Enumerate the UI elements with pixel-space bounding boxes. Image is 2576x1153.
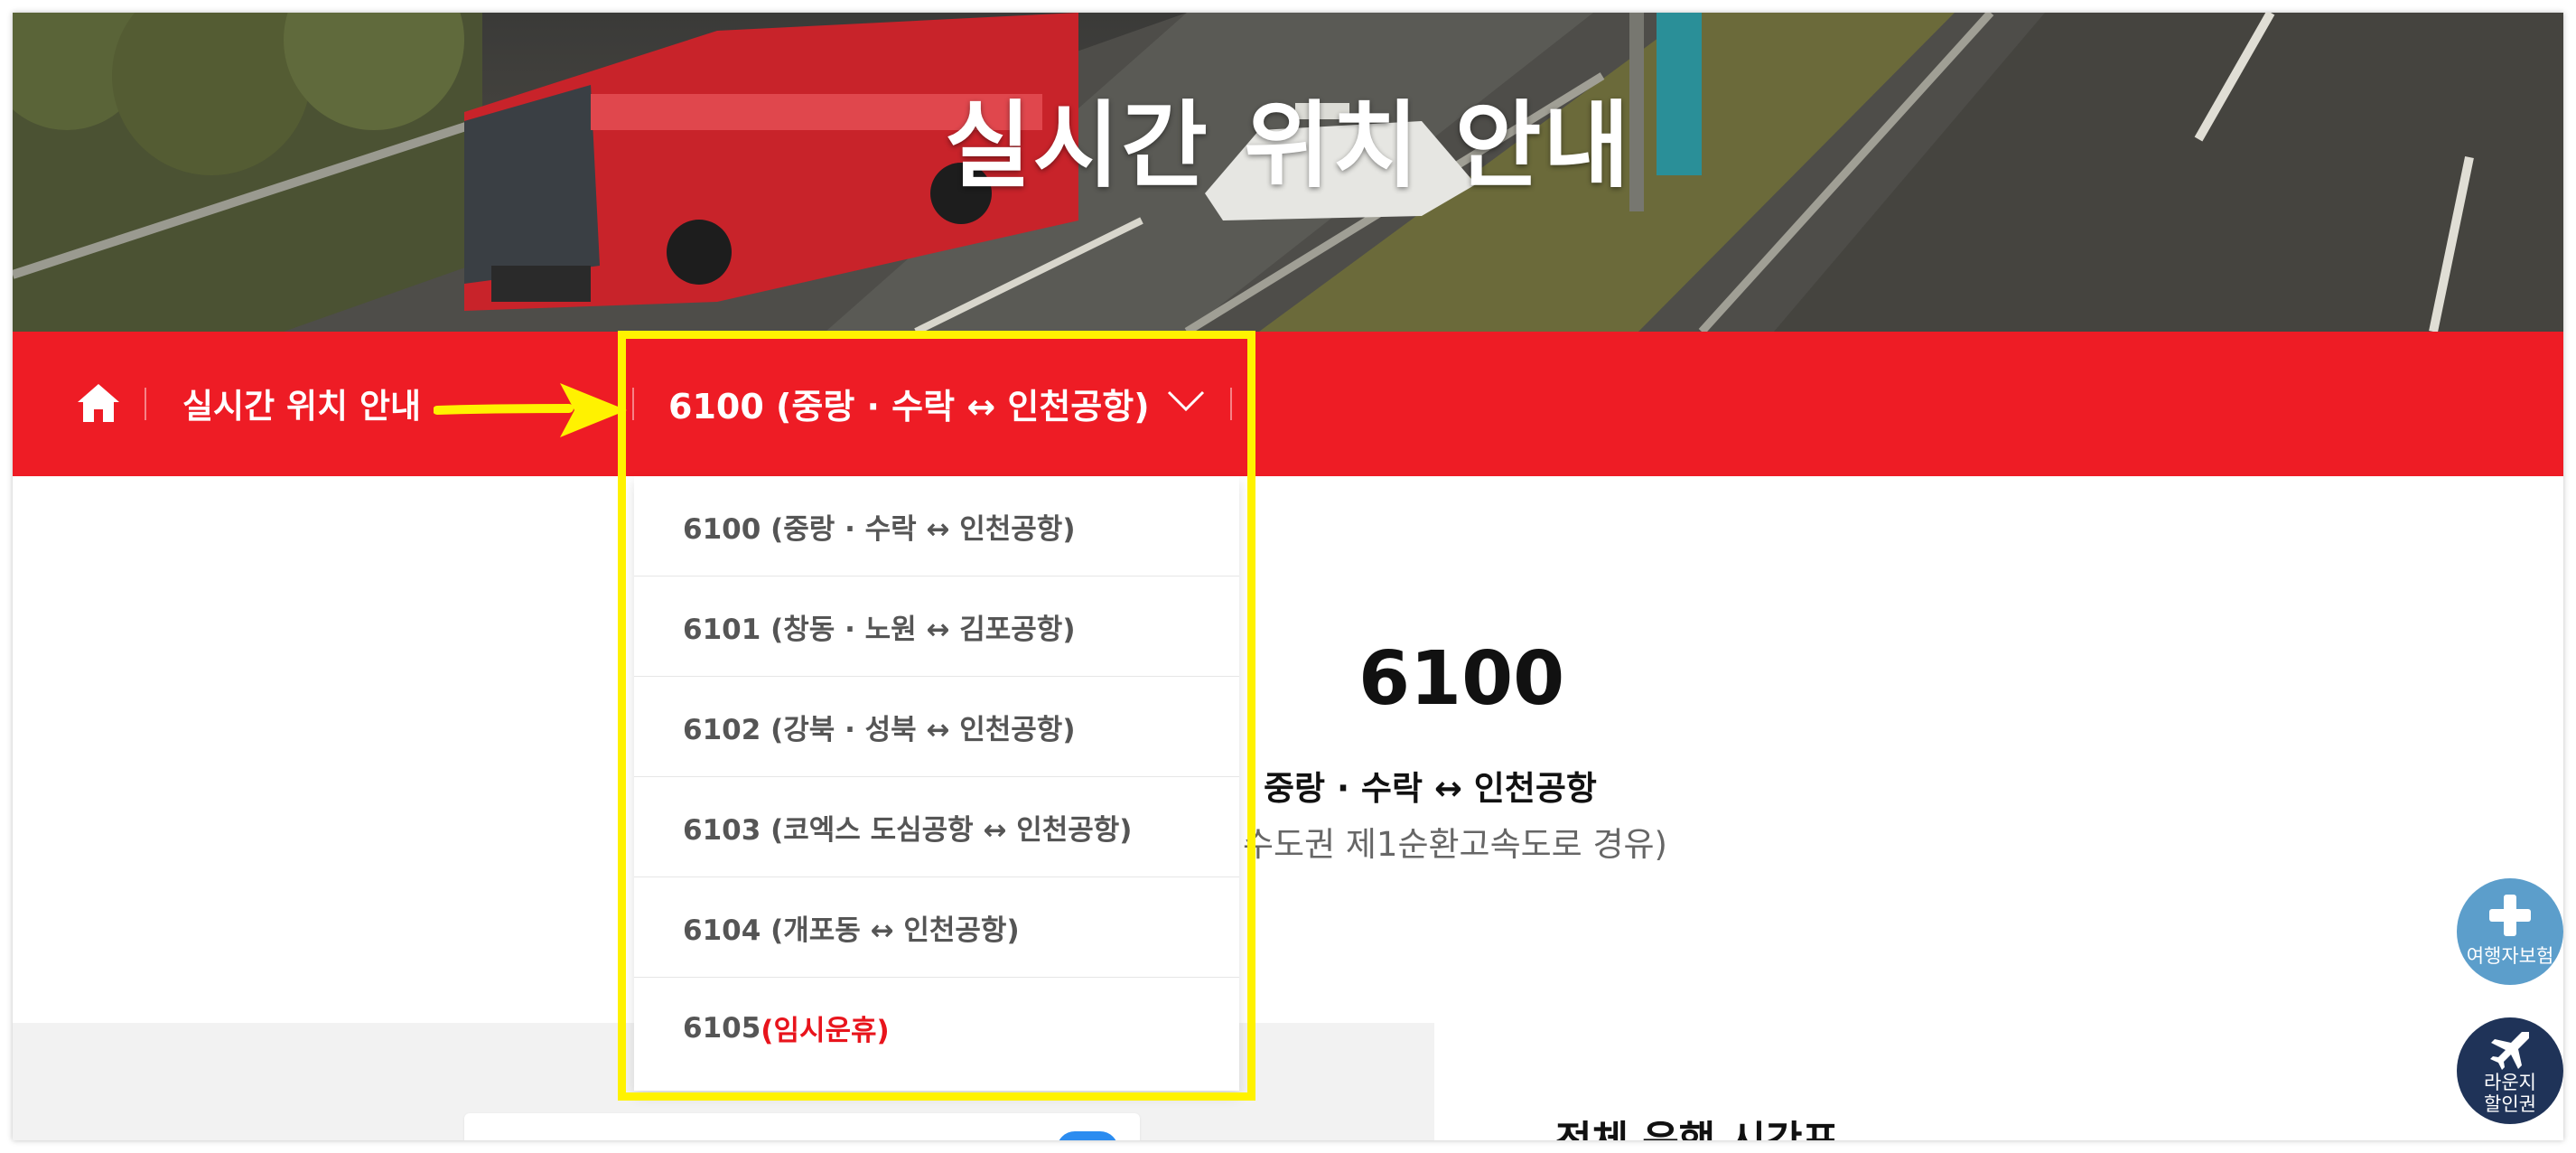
route-option-label: 6101 (창동 · 노원 ↔ 김포공항) xyxy=(683,613,1076,646)
insurance-label: 여행자보험 xyxy=(2466,945,2554,967)
page-frame: 실시간 위치 안내 실시간 위치 안내 6100 (중랑 · 수락 ↔ 인천공항… xyxy=(13,13,2563,1140)
page-title: 실시간 위치 안내 xyxy=(944,90,1632,201)
travel-insurance-button[interactable]: 여행자보험 xyxy=(2457,878,2563,985)
route-option-label: 6103 (코엑스 도심공항 ↔ 인천공항) xyxy=(683,813,1133,847)
route-dropdown-menu: 6100 (중랑 · 수락 ↔ 인천공항) 6101 (창동 · 노원 ↔ 김포… xyxy=(634,476,1239,1091)
route-option-6103[interactable]: 6103 (코엑스 도심공항 ↔ 인천공항) xyxy=(634,777,1239,877)
route-option-6104[interactable]: 6104 (개포동 ↔ 인천공항) xyxy=(634,877,1239,978)
route-status-suspended: (임시운휴) xyxy=(761,1015,890,1047)
lounge-label-2: 할인권 xyxy=(2484,1093,2536,1115)
route-note: 수도권 제1순환고속도로 경유) xyxy=(1243,825,1667,864)
route-number: 6100 xyxy=(1358,636,1565,722)
nav-divider xyxy=(145,388,146,420)
route-select-dropdown[interactable]: 6100 (중랑 · 수락 ↔ 인천공항) xyxy=(634,332,1230,476)
route-option-6105[interactable]: 6105 (임시운휴) xyxy=(634,978,1239,1078)
route-option-label: 6104 (개포동 ↔ 인천공항) xyxy=(683,914,1020,947)
route-option-6102[interactable]: 6102 (강북 · 성북 ↔ 인천공항) xyxy=(634,677,1239,777)
nav-divider xyxy=(1230,388,1232,420)
home-icon[interactable] xyxy=(76,382,121,424)
stop-search-box[interactable] xyxy=(464,1113,1140,1140)
route-option-label: 6105 xyxy=(683,1011,761,1045)
route-name: 중랑 · 수락 ↔ 인천공항 xyxy=(1264,769,1597,808)
annotation-arrow-icon xyxy=(434,383,627,437)
route-option-6101[interactable]: 6101 (창동 · 노원 ↔ 김포공항) xyxy=(634,576,1239,677)
route-option-label: 6102 (강북 · 성북 ↔ 인천공항) xyxy=(683,713,1076,746)
selected-route-label: 6100 (중랑 · 수락 ↔ 인천공항) xyxy=(668,387,1150,427)
timetable-title: 전체 운행 시간표 xyxy=(1555,1108,1839,1140)
hero-banner: 실시간 위치 안내 xyxy=(13,13,2563,332)
airplane-icon xyxy=(2490,1032,2529,1070)
route-option-label: 6100 (중랑 · 수락 ↔ 인천공항) xyxy=(683,512,1076,546)
lounge-label-1: 라운지 xyxy=(2484,1072,2536,1093)
breadcrumb-current-section[interactable]: 실시간 위치 안내 xyxy=(182,379,421,427)
plus-icon xyxy=(2489,895,2531,936)
lounge-discount-button[interactable]: 라운지 할인권 xyxy=(2457,1017,2563,1124)
location-navbar: 실시간 위치 안내 6100 (중랑 · 수락 ↔ 인천공항) xyxy=(13,332,2563,476)
route-option-6100[interactable]: 6100 (중랑 · 수락 ↔ 인천공항) xyxy=(634,476,1239,576)
chevron-down-icon xyxy=(1167,390,1205,412)
